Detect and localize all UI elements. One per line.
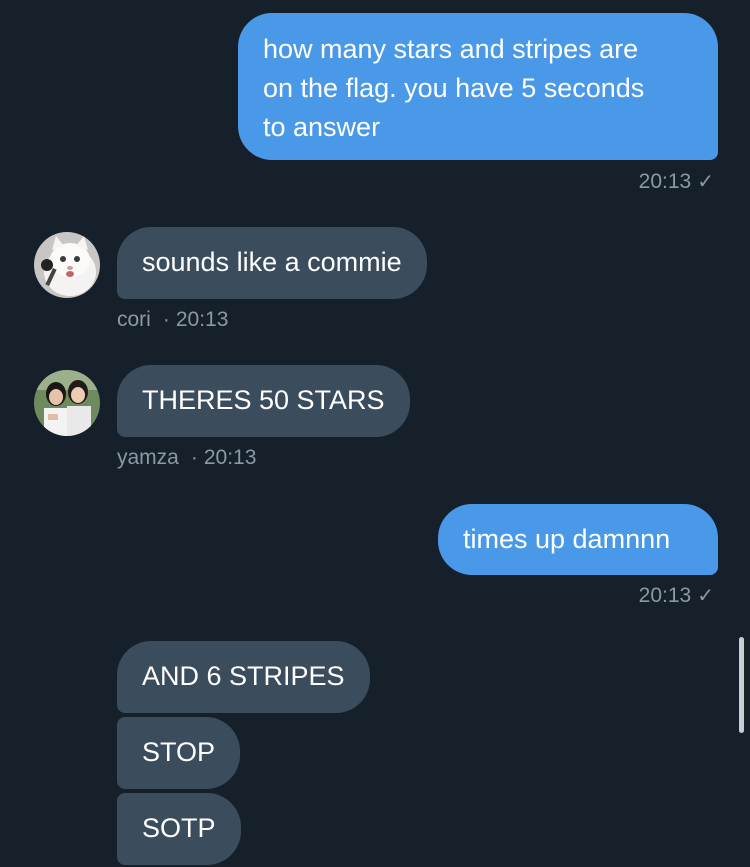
- outgoing-message[interactable]: how many stars and stripes are on the fl…: [238, 13, 718, 160]
- kitten-avatar-icon: [34, 232, 100, 298]
- check-icon: ✓: [697, 171, 714, 193]
- message-text-line: on the flag. you have 5 seconds: [263, 73, 645, 103]
- message-meta: 20:13 ✓: [639, 583, 714, 608]
- message-text: THERES 50 STARS: [142, 385, 385, 415]
- separator-dot: ·: [190, 446, 198, 469]
- separator-dot: ·: [162, 308, 170, 331]
- message-text-line: how many stars and stripes are: [263, 34, 639, 64]
- chat-thread[interactable]: how many stars and stripes are on the fl…: [0, 0, 750, 867]
- message-text: sounds like a commie: [142, 247, 402, 277]
- message-text: SOTP: [142, 813, 216, 843]
- message-meta: 20:13 ✓: [639, 169, 714, 194]
- avatar[interactable]: [34, 232, 100, 298]
- outgoing-message[interactable]: times up damnnn: [438, 504, 718, 575]
- message-time: 20:13: [203, 446, 257, 469]
- message-meta: cori · 20:13: [117, 308, 228, 332]
- message-meta: yamza · 20:13: [117, 446, 256, 470]
- incoming-message[interactable]: STOP: [117, 717, 241, 789]
- message-text-line: to answer: [263, 112, 381, 142]
- scrollbar-thumb[interactable]: [739, 637, 744, 733]
- sender-name[interactable]: yamza: [117, 446, 179, 469]
- sender-name[interactable]: cori: [117, 308, 151, 331]
- incoming-message[interactable]: THERES 50 STARS: [117, 365, 410, 437]
- incoming-message[interactable]: sounds like a commie: [117, 227, 427, 299]
- message-text: STOP: [142, 737, 216, 767]
- incoming-message[interactable]: AND 6 STRIPES: [117, 641, 370, 713]
- check-icon: ✓: [697, 585, 714, 607]
- group-photo-avatar-icon: [34, 370, 100, 436]
- message-time: 20:13: [638, 170, 692, 193]
- incoming-message[interactable]: SOTP: [117, 793, 241, 865]
- avatar[interactable]: [34, 370, 100, 436]
- message-time: 20:13: [175, 308, 229, 331]
- message-text: times up damnnn: [463, 524, 671, 554]
- message-text: AND 6 STRIPES: [142, 661, 345, 691]
- message-time: 20:13: [638, 584, 692, 607]
